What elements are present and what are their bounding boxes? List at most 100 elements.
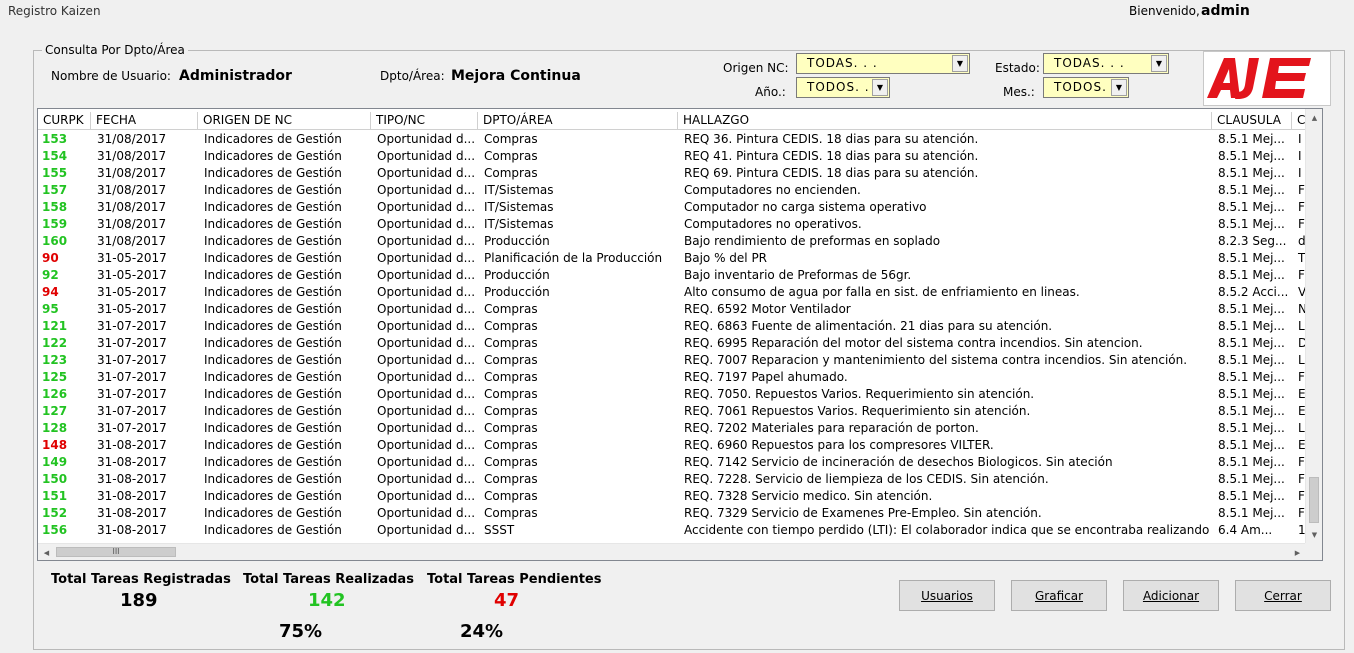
col-header-c[interactable]: C xyxy=(1292,112,1306,130)
table-row[interactable]: 152 31-08-2017 Indicadores de Gestión Oport… xyxy=(38,505,1306,522)
cell-origen: Indicadores de Gestión xyxy=(204,370,342,384)
cell-fecha: 31-07-2017 xyxy=(97,319,167,333)
user-value: Administrador xyxy=(179,68,292,84)
vertical-scrollbar[interactable]: ▲ ▼ xyxy=(1305,109,1322,543)
table-row[interactable]: 154 31/08/2017 Indicadores de Gestión Oport… xyxy=(38,148,1306,165)
cell-c: I xyxy=(1298,132,1302,146)
table-row[interactable]: 159 31/08/2017 Indicadores de Gestión Oport… xyxy=(38,216,1306,233)
table-row[interactable]: 151 31-08-2017 Indicadores de Gestión Oport… xyxy=(38,488,1306,505)
table-row[interactable]: 155 31/08/2017 Indicadores de Gestión Oport… xyxy=(38,165,1306,182)
cell-curpk: 157 xyxy=(42,183,68,197)
cell-fecha: 31/08/2017 xyxy=(97,217,167,231)
cell-c: I xyxy=(1298,166,1302,180)
table-row[interactable]: 92 31-05-2017 Indicadores de Gestión Oportu… xyxy=(38,267,1306,284)
table-row[interactable]: 127 31-07-2017 Indicadores de Gestión Oport… xyxy=(38,403,1306,420)
vertical-scroll-thumb[interactable] xyxy=(1309,477,1319,523)
graficar-button[interactable]: Graficar xyxy=(1011,580,1107,611)
cell-dpto: Compras xyxy=(484,166,538,180)
cell-dpto: Producción xyxy=(484,234,550,248)
table-row[interactable]: 149 31-08-2017 Indicadores de Gestión Oport… xyxy=(38,454,1306,471)
cell-fecha: 31/08/2017 xyxy=(97,200,167,214)
col-header-tipo[interactable]: TIPO/NC xyxy=(371,112,478,130)
cell-c: F xyxy=(1298,472,1305,486)
cell-fecha: 31/08/2017 xyxy=(97,149,167,163)
cell-fecha: 31-05-2017 xyxy=(97,268,167,282)
cell-origen: Indicadores de Gestión xyxy=(204,183,342,197)
aje-logo xyxy=(1203,51,1331,106)
cell-tipo: Oportunidad d... xyxy=(377,268,476,282)
col-header-fecha[interactable]: FECHA xyxy=(91,112,198,130)
tasks-grid[interactable]: CURPK FECHA ORIGEN DE NC TIPO/NC DPTO/ÁR… xyxy=(37,108,1323,561)
cell-curpk: 126 xyxy=(42,387,68,401)
usuarios-button[interactable]: Usuarios xyxy=(899,580,995,611)
table-row[interactable]: 125 31-07-2017 Indicadores de Gestión Oport… xyxy=(38,369,1306,386)
cell-c: E xyxy=(1298,404,1306,418)
table-row[interactable]: 122 31-07-2017 Indicadores de Gestión Oport… xyxy=(38,335,1306,352)
horizontal-scrollbar[interactable]: ◀ III ▶ xyxy=(38,543,1306,560)
table-row[interactable]: 158 31/08/2017 Indicadores de Gestión Oport… xyxy=(38,199,1306,216)
cell-origen: Indicadores de Gestión xyxy=(204,285,342,299)
table-row[interactable]: 94 31-05-2017 Indicadores de Gestión Oportu… xyxy=(38,284,1306,301)
cell-tipo: Oportunidad d... xyxy=(377,438,476,452)
col-header-curpk[interactable]: CURPK xyxy=(38,112,91,130)
table-row[interactable]: 157 31/08/2017 Indicadores de Gestión Oport… xyxy=(38,182,1306,199)
col-header-origen[interactable]: ORIGEN DE NC xyxy=(198,112,371,130)
cell-origen: Indicadores de Gestión xyxy=(204,251,342,265)
scroll-up-icon[interactable]: ▲ xyxy=(1306,109,1322,126)
col-header-clausula[interactable]: CLAUSULA xyxy=(1212,112,1292,130)
estado-combo[interactable]: TODAS. . . ▼ xyxy=(1043,53,1169,74)
origen-combo[interactable]: TODAS. . . ▼ xyxy=(796,53,970,74)
cell-c: E xyxy=(1298,438,1306,452)
col-header-hallazgo[interactable]: HALLAZGO xyxy=(678,112,1212,130)
cell-hallazgo: Alto consumo de agua por falla en sist. … xyxy=(684,285,1080,299)
table-row[interactable]: 126 31-07-2017 Indicadores de Gestión Oport… xyxy=(38,386,1306,403)
cell-dpto: Compras xyxy=(484,438,538,452)
cell-hallazgo: REQ. 7228. Servicio de liempieza de los … xyxy=(684,472,1049,486)
cell-origen: Indicadores de Gestión xyxy=(204,200,342,214)
cell-tipo: Oportunidad d... xyxy=(377,183,476,197)
table-row[interactable]: 95 31-05-2017 Indicadores de Gestión Oportu… xyxy=(38,301,1306,318)
cell-tipo: Oportunidad d... xyxy=(377,404,476,418)
cell-dpto: Compras xyxy=(484,336,538,350)
cell-origen: Indicadores de Gestión xyxy=(204,353,342,367)
cell-dpto: Compras xyxy=(484,319,538,333)
table-row[interactable]: 160 31/08/2017 Indicadores de Gestión Oport… xyxy=(38,233,1306,250)
table-row[interactable]: 148 31-08-2017 Indicadores de Gestión Oport… xyxy=(38,437,1306,454)
cell-tipo: Oportunidad d... xyxy=(377,234,476,248)
cell-hallazgo: Accidente con tiempo perdido (LTI): El c… xyxy=(684,523,1212,537)
cell-c: T xyxy=(1298,251,1306,265)
chevron-down-icon[interactable]: ▼ xyxy=(1151,55,1167,72)
chevron-down-icon[interactable]: ▼ xyxy=(872,79,888,96)
cell-hallazgo: REQ. 7061 Repuestos Varios. Requerimient… xyxy=(684,404,1031,418)
cell-c: F xyxy=(1298,489,1305,503)
scroll-down-icon[interactable]: ▼ xyxy=(1306,526,1322,543)
table-row[interactable]: 123 31-07-2017 Indicadores de Gestión Oport… xyxy=(38,352,1306,369)
table-row[interactable]: 90 31-05-2017 Indicadores de Gestión Oportu… xyxy=(38,250,1306,267)
pending-label: Total Tareas Pendientes xyxy=(427,572,602,587)
cell-hallazgo: REQ. 7202 Materiales para reparación de … xyxy=(684,421,979,435)
cell-fecha: 31-07-2017 xyxy=(97,370,167,384)
table-row[interactable]: 121 31-07-2017 Indicadores de Gestión Oport… xyxy=(38,318,1306,335)
cell-curpk: 154 xyxy=(42,149,68,163)
horizontal-scroll-thumb[interactable]: III xyxy=(56,547,176,557)
cell-fecha: 31-08-2017 xyxy=(97,506,167,520)
cell-c: F xyxy=(1298,183,1305,197)
cell-origen: Indicadores de Gestión xyxy=(204,268,342,282)
scroll-left-icon[interactable]: ◀ xyxy=(38,544,55,560)
mes-combo[interactable]: TODOS. . . ▼ xyxy=(1043,77,1129,98)
origen-label: Origen NC: xyxy=(723,61,789,75)
col-header-dpto[interactable]: DPTO/ÁREA xyxy=(478,112,678,130)
chevron-down-icon[interactable]: ▼ xyxy=(952,55,968,72)
cell-c: d xyxy=(1298,234,1306,248)
cerrar-button[interactable]: Cerrar xyxy=(1235,580,1331,611)
cell-fecha: 31-08-2017 xyxy=(97,489,167,503)
chevron-down-icon[interactable]: ▼ xyxy=(1111,79,1127,96)
cell-curpk: 151 xyxy=(42,489,68,503)
table-row[interactable]: 153 31/08/2017 Indicadores de Gestión Oport… xyxy=(38,131,1306,148)
adicionar-button[interactable]: Adicionar xyxy=(1123,580,1219,611)
table-row[interactable]: 128 31-07-2017 Indicadores de Gestión Oport… xyxy=(38,420,1306,437)
anio-combo[interactable]: TODOS. . . ▼ xyxy=(796,77,890,98)
table-row[interactable]: 150 31-08-2017 Indicadores de Gestión Oport… xyxy=(38,471,1306,488)
scroll-right-icon[interactable]: ▶ xyxy=(1289,544,1306,560)
table-row[interactable]: 156 31-08-2017 Indicadores de Gestión Oport… xyxy=(38,522,1306,539)
